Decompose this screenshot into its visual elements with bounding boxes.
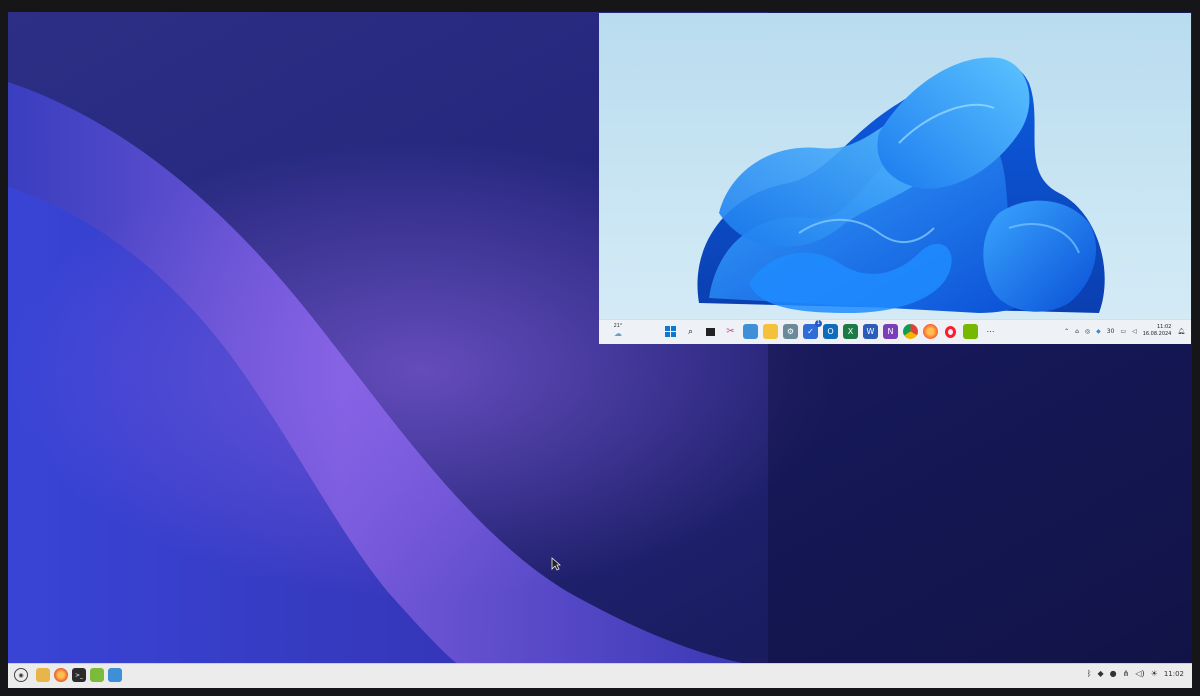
panel-clock[interactable]: 11:02 xyxy=(1164,670,1184,678)
volume-icon[interactable]: ◁) xyxy=(1135,669,1144,678)
file-explorer-icon[interactable] xyxy=(763,324,778,339)
text-editor-icon[interactable] xyxy=(108,668,122,682)
menu-button[interactable]: ◉ xyxy=(14,668,28,682)
more-apps-icon[interactable]: ⋯ xyxy=(983,324,998,339)
shield-icon[interactable]: ◆ xyxy=(1096,328,1101,335)
bluetooth-icon[interactable]: ᛒ xyxy=(1087,669,1092,678)
shield-icon[interactable]: ◆ xyxy=(1098,669,1104,678)
linux-system-tray: ᛒ ◆ ● ⋔ ◁) ☀ 11:02 xyxy=(1087,669,1184,678)
weather-widget[interactable]: 21° ☁ xyxy=(607,323,629,341)
chevron-up-icon[interactable]: ⌃ xyxy=(1064,328,1069,335)
linux-bottom-panel: ◉ >_ ᛒ ◆ ● ⋔ ◁) ☀ 11:02 xyxy=(8,663,1192,688)
firefox-icon[interactable] xyxy=(54,668,68,682)
volume-icon[interactable]: ◁ xyxy=(1132,328,1137,335)
network-drive-icon[interactable]: ⌂ xyxy=(1075,328,1079,335)
panel-launchers: >_ xyxy=(36,668,122,682)
headset-icon[interactable]: ◎ xyxy=(1085,328,1090,335)
cloud-icon: ☁ xyxy=(614,329,622,338)
windows-system-tray: ⌃ ⌂ ◎ ◆ 30 ▭ ◁ 11:02 16.08.2024 🔔︎ xyxy=(1064,324,1185,338)
network-icon[interactable]: ⋔ xyxy=(1123,669,1130,678)
notepad-icon[interactable] xyxy=(743,324,758,339)
notification-bell-icon[interactable]: 🔔︎ xyxy=(1177,328,1185,335)
search-icon[interactable]: ⌕ xyxy=(683,324,698,339)
task-view-icon[interactable] xyxy=(703,324,718,339)
user-icon[interactable]: ● xyxy=(1110,669,1117,678)
word-icon[interactable]: W xyxy=(863,324,878,339)
brightness-icon[interactable]: ☀ xyxy=(1151,669,1158,678)
excel-icon[interactable]: X xyxy=(843,324,858,339)
windows-bloom-wallpaper xyxy=(599,13,1191,320)
monitor-icon[interactable]: ▭ xyxy=(1120,328,1126,335)
files-icon[interactable] xyxy=(36,668,50,682)
monitor-bezel: 21° ☁ ⌕ ✂ ⚙ ✓ 1 O X W N ⋯ ⌃ ⌂ ◎ ◆ 30 ▭ ◁… xyxy=(0,0,1200,696)
desktop-screen: 21° ☁ ⌕ ✂ ⚙ ✓ 1 O X W N ⋯ ⌃ ⌂ ◎ ◆ 30 ▭ ◁… xyxy=(8,12,1192,688)
to-do-icon[interactable]: ✓ 1 xyxy=(803,320,822,339)
taskbar-app-list: ⌕ ✂ ⚙ ✓ 1 O X W N ⋯ xyxy=(663,320,998,339)
snipping-tool-icon[interactable]: ✂ xyxy=(723,324,738,339)
language-indicator[interactable]: 30 xyxy=(1107,328,1115,335)
windows-start-icon[interactable] xyxy=(663,324,678,339)
onenote-icon[interactable]: N xyxy=(883,324,898,339)
terminal-icon[interactable]: >_ xyxy=(72,668,86,682)
windows-clock-time: 11:02 xyxy=(1156,324,1172,330)
firefox-icon[interactable] xyxy=(923,324,938,339)
mouse-cursor-icon xyxy=(551,557,561,571)
to-do-badge: 1 xyxy=(815,320,822,327)
chrome-icon[interactable] xyxy=(903,324,918,339)
windows-taskbar: 21° ☁ ⌕ ✂ ⚙ ✓ 1 O X W N ⋯ ⌃ ⌂ ◎ ◆ 30 ▭ ◁… xyxy=(599,319,1191,344)
software-manager-icon[interactable] xyxy=(90,668,104,682)
windows-desktop-preview: 21° ☁ ⌕ ✂ ⚙ ✓ 1 O X W N ⋯ ⌃ ⌂ ◎ ◆ 30 ▭ ◁… xyxy=(599,13,1191,344)
outlook-icon[interactable]: O xyxy=(823,324,838,339)
opera-icon[interactable] xyxy=(943,324,958,339)
nvidia-icon[interactable] xyxy=(963,324,978,339)
windows-clock-date: 16.08.2024 xyxy=(1142,331,1172,337)
windows-clock[interactable]: 11:02 16.08.2024 xyxy=(1143,324,1172,338)
settings-icon[interactable]: ⚙ xyxy=(783,324,798,339)
